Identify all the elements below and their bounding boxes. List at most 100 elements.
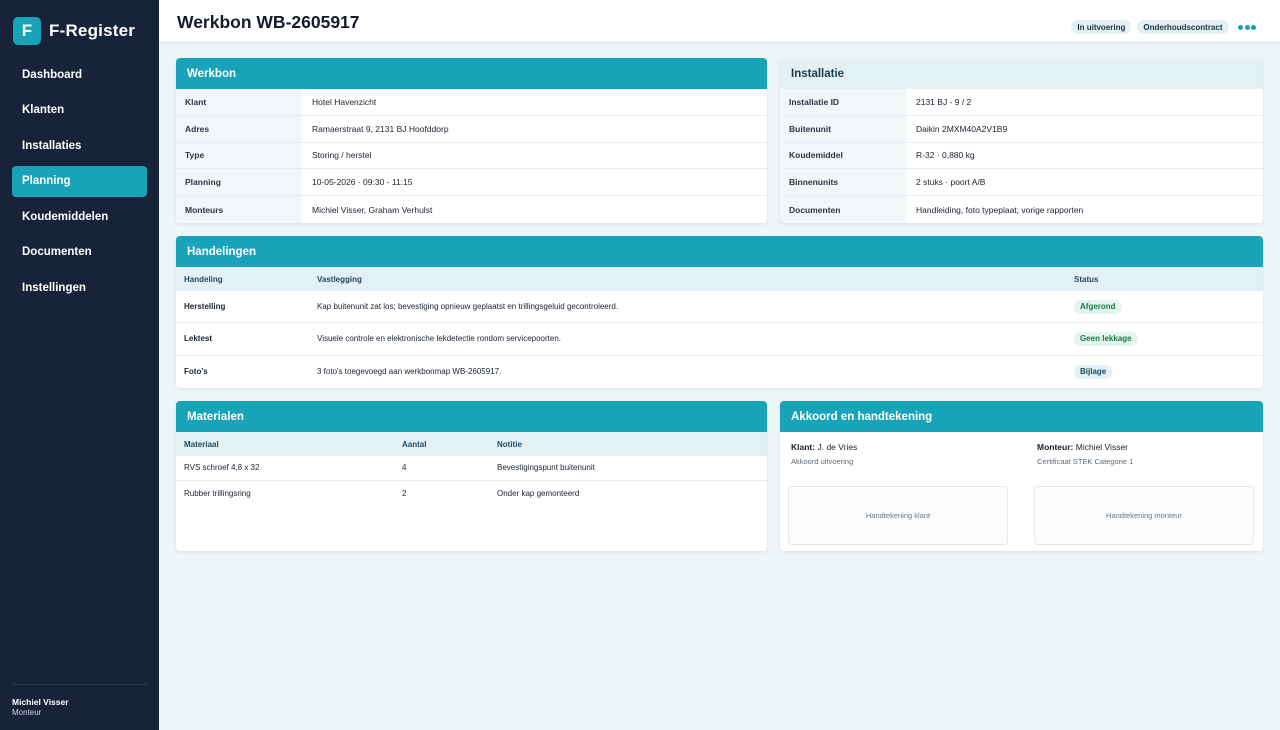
werkbon-row: Planning 10-05-2026 · 09:30 - 11:15 xyxy=(176,169,767,197)
werkbon-value: 10-05-2026 · 09:30 - 11:15 xyxy=(312,177,413,188)
handelingen-card-title: Handelingen xyxy=(176,236,1263,267)
sidebar-item-instellingen[interactable]: Instellingen xyxy=(12,273,147,304)
werkbon-row: Monteurs Michiel Visser, Graham Verhulst xyxy=(176,196,767,223)
signature-area: Klant: J. de Vries Akkoord uitvoering Mo… xyxy=(780,432,1263,551)
installatie-label: Koudemiddel xyxy=(780,142,906,169)
dot xyxy=(1238,24,1243,30)
column-header: Notitie xyxy=(497,439,522,449)
page-title: Werkbon WB-2605917 xyxy=(177,12,360,32)
werkbon-value: Hotel Havenzicht xyxy=(312,96,377,107)
akkoord-card: Akkoord en handtekening Klant: J. de Vri… xyxy=(780,401,1263,551)
status-badge: Bijlage xyxy=(1074,364,1113,379)
header-badges: In uitvoering Onderhoudscontract xyxy=(1065,20,1256,34)
materiaal-cell: Rubber trillingsring xyxy=(184,488,251,498)
page-header: Werkbon WB-2605917 In uitvoering Onderho… xyxy=(159,0,1280,43)
sidebar: F F-Register Dashboard Klanten Installat… xyxy=(0,0,159,730)
monteur-sub: Certificaat STEK Categorie 1 xyxy=(1037,457,1134,466)
installatie-row: Buitenunit Daikin 2MXM40A2V1B9 xyxy=(780,115,1263,143)
status-badge: In uitvoering xyxy=(1071,20,1132,34)
app-name: F-Register xyxy=(49,21,136,40)
column-header: Vastlegging xyxy=(317,274,362,284)
signature-box-klant[interactable]: Handtekening klant xyxy=(788,486,1008,545)
user-name: Michiel Visser xyxy=(12,697,69,707)
column-header: Handeling xyxy=(184,274,223,284)
brand[interactable]: F F-Register xyxy=(13,17,135,45)
klant-label: Klant: xyxy=(791,442,816,452)
installatie-row: Documenten Handleiding, foto typeplaat, … xyxy=(780,196,1263,223)
werkbon-row: Adres Ramaerstraat 9, 2131 BJ Hoofddorp xyxy=(176,115,767,143)
dot xyxy=(1251,24,1256,30)
vastlegging-cell: Visuele controle en elektronische lekdet… xyxy=(317,334,561,344)
installatie-row: Installatie ID 2131 BJ - 9 / 2 xyxy=(780,89,1263,116)
aantal-cell: 2 xyxy=(402,488,407,498)
installatie-label: Binnenunits xyxy=(780,169,906,196)
werkbon-label: Adres xyxy=(176,115,302,142)
status-cell: Bijlage xyxy=(1066,364,1263,379)
signature-box-monteur[interactable]: Handtekening monteur xyxy=(1034,486,1254,545)
monteur-akkoord: Monteur: Michiel Visser Certificaat STEK… xyxy=(1037,442,1133,466)
installatie-card: Installatie Installatie ID 2131 BJ - 9 /… xyxy=(780,58,1263,223)
installatie-label: Installatie ID xyxy=(780,89,906,115)
monteur-label: Monteur: xyxy=(1037,442,1074,452)
sidebar-item-planning[interactable]: Planning xyxy=(12,165,147,197)
sidebar-item-koudemiddelen[interactable]: Koudemiddelen xyxy=(12,201,147,232)
installatie-label: Buitenunit xyxy=(780,115,906,142)
monteur-name: Michiel Visser xyxy=(1075,442,1129,452)
user-role: Monteur xyxy=(12,708,42,717)
installatie-value: 2 stuks · poort A/B xyxy=(916,177,986,188)
sidebar-item-documenten[interactable]: Documenten xyxy=(12,237,147,268)
sidebar-item-klanten[interactable]: Klanten xyxy=(12,95,147,126)
materialen-card-title: Materialen xyxy=(176,401,767,432)
werkbon-value: Ramaerstraat 9, 2131 BJ Hoofddorp xyxy=(312,123,449,134)
werkbon-label: Klant xyxy=(176,89,302,115)
werkbon-label: Type xyxy=(176,142,302,169)
sidebar-item-dashboard[interactable]: Dashboard xyxy=(12,59,147,90)
aantal-cell: 4 xyxy=(402,463,407,473)
handelingen-card: Handelingen Handeling Vastlegging Status… xyxy=(176,236,1263,388)
vastlegging-cell: Kap buitenunit zat los; bevestiging opni… xyxy=(317,302,619,312)
werkbon-value: Michiel Visser, Graham Verhulst xyxy=(312,204,433,215)
contract-badge: Onderhoudscontract xyxy=(1137,20,1229,34)
status-cell: Geen lekkage xyxy=(1066,331,1263,346)
installatie-label: Documenten xyxy=(780,196,906,223)
werkbon-row: Klant Hotel Havenzicht xyxy=(176,89,767,116)
werkbon-label: Monteurs xyxy=(176,196,302,223)
notitie-cell: Onder kap gemonteerd xyxy=(497,488,580,498)
table-row: Rubber trillingsring 2 Onder kap gemonte… xyxy=(176,481,767,506)
installatie-card-title: Installatie xyxy=(780,58,1263,89)
werkbon-label: Planning xyxy=(176,169,302,196)
materialen-card: Materialen Materiaal Aantal Notitie RVS … xyxy=(176,401,767,551)
notitie-cell: Bevestigingspunt buitenunit xyxy=(497,463,595,473)
status-badge: Afgerond xyxy=(1074,299,1122,314)
monteur-line: Monteur: Michiel Visser xyxy=(1037,442,1133,452)
werkbon-card: Werkbon Klant Hotel Havenzicht Adres Ram… xyxy=(176,58,767,223)
user-profile[interactable]: Michiel Visser Monteur xyxy=(12,684,147,717)
table-row: Herstelling Kap buitenunit zat los; beve… xyxy=(176,291,1263,324)
installatie-value: Daikin 2MXM40A2V1B9 xyxy=(916,123,1008,134)
column-header: Status xyxy=(1074,274,1099,284)
handeling-cell: Foto's xyxy=(184,367,208,377)
klant-line: Klant: J. de Vries xyxy=(791,442,857,452)
status-badge: Geen lekkage xyxy=(1074,331,1138,346)
more-dots-icon[interactable] xyxy=(1237,24,1256,30)
werkbon-value: Storing / herstel xyxy=(312,150,372,161)
sidebar-nav: Dashboard Klanten Installaties Planning … xyxy=(12,59,147,308)
logo-icon: F xyxy=(13,17,41,45)
status-cell: Afgerond xyxy=(1066,299,1263,314)
installatie-value: Handleiding, foto typeplaat, vorige rapp… xyxy=(916,204,1084,215)
installatie-value: 2131 BJ - 9 / 2 xyxy=(916,96,972,107)
installatie-row: Binnenunits 2 stuks · poort A/B xyxy=(780,169,1263,197)
sidebar-item-installaties[interactable]: Installaties xyxy=(12,130,147,161)
column-header: Aantal xyxy=(402,439,427,449)
column-header: Materiaal xyxy=(184,439,219,449)
handelingen-table-header: Handeling Vastlegging Status xyxy=(176,267,1263,291)
klant-name: J. de Vries xyxy=(817,442,858,452)
klant-sub: Akkoord uitvoering xyxy=(791,457,854,466)
werkbon-row: Type Storing / herstel xyxy=(176,142,767,170)
materialen-table-header: Materiaal Aantal Notitie xyxy=(176,432,767,456)
werkbon-card-title: Werkbon xyxy=(176,58,767,89)
akkoord-card-title: Akkoord en handtekening xyxy=(780,401,1263,432)
materiaal-cell: RVS schroef 4,8 x 32 xyxy=(184,463,260,473)
klant-akkoord: Klant: J. de Vries Akkoord uitvoering xyxy=(791,442,857,466)
vastlegging-cell: 3 foto's toegevoegd aan werkbonmap WB-26… xyxy=(317,367,502,377)
